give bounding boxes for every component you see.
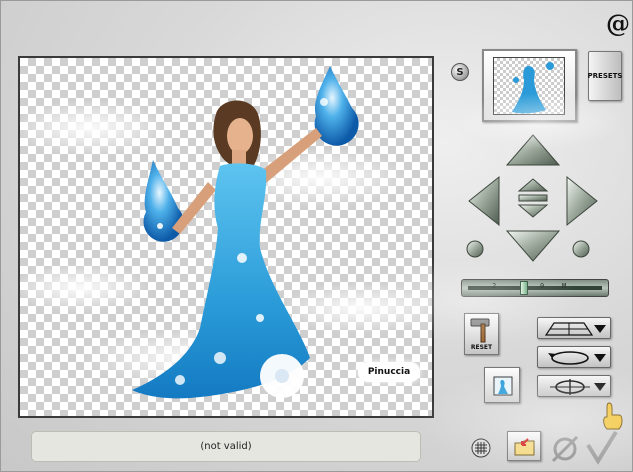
slider-tick-label: 0 bbox=[540, 282, 545, 290]
zoom-slider[interactable]: 2 0 M bbox=[461, 279, 609, 297]
preview-toggle-button[interactable] bbox=[484, 367, 520, 403]
s-button[interactable]: S bbox=[451, 63, 469, 81]
chevron-down-icon bbox=[594, 354, 606, 362]
arrow-up-icon[interactable] bbox=[505, 134, 561, 166]
thumbnail-image bbox=[493, 57, 565, 115]
center-up-icon[interactable] bbox=[517, 178, 549, 192]
rotate-left-icon[interactable] bbox=[466, 240, 484, 258]
presets-label: PRESETS bbox=[587, 72, 623, 80]
chevron-down-icon bbox=[594, 383, 606, 391]
thumbnail-preview[interactable] bbox=[482, 49, 577, 122]
center-bar-icon bbox=[518, 194, 548, 202]
folder-icon bbox=[514, 438, 535, 456]
rotate-loop-icon bbox=[548, 351, 589, 365]
grid-icon[interactable] bbox=[471, 438, 491, 458]
nav-arrows bbox=[466, 134, 598, 262]
logo-icon: @ bbox=[606, 9, 630, 38]
arrow-right-icon[interactable] bbox=[566, 175, 598, 227]
rotate-mode-button[interactable] bbox=[537, 346, 611, 368]
rotate-right-icon[interactable] bbox=[572, 240, 590, 258]
center-down-icon[interactable] bbox=[517, 204, 549, 218]
status-text: (not valid) bbox=[200, 441, 252, 452]
arrow-left-icon[interactable] bbox=[468, 175, 500, 227]
perspective-mode-button[interactable] bbox=[537, 317, 611, 339]
preview-image-icon bbox=[493, 376, 513, 396]
preview-canvas[interactable]: Pinuccia bbox=[18, 56, 434, 418]
filter-dialog: Pinuccia (not valid) @ S PRESETS 2 0 M R… bbox=[0, 0, 633, 472]
flip-axis-icon bbox=[550, 379, 590, 395]
arrow-down-icon[interactable] bbox=[505, 230, 561, 262]
status-bar: (not valid) bbox=[31, 431, 421, 462]
chevron-down-icon bbox=[594, 325, 606, 333]
presets-button[interactable]: PRESETS bbox=[588, 51, 622, 101]
hammer-icon bbox=[470, 318, 490, 343]
perspective-plane-icon bbox=[544, 322, 594, 336]
reset-button[interactable]: RESET bbox=[464, 313, 499, 355]
slider-tick-label: M bbox=[562, 282, 567, 290]
slider-tick-label: 2 bbox=[492, 282, 497, 290]
slider-track bbox=[468, 286, 602, 290]
slider-knob[interactable] bbox=[520, 281, 529, 295]
open-file-button[interactable] bbox=[507, 431, 541, 461]
signature-label: Pinuccia bbox=[358, 362, 420, 382]
hand-pointer-icon bbox=[603, 402, 623, 430]
flip-mode-button[interactable] bbox=[537, 375, 611, 397]
reset-label: RESET bbox=[470, 344, 493, 351]
cancel-icon[interactable] bbox=[549, 433, 581, 465]
ok-check-icon[interactable] bbox=[585, 429, 619, 465]
